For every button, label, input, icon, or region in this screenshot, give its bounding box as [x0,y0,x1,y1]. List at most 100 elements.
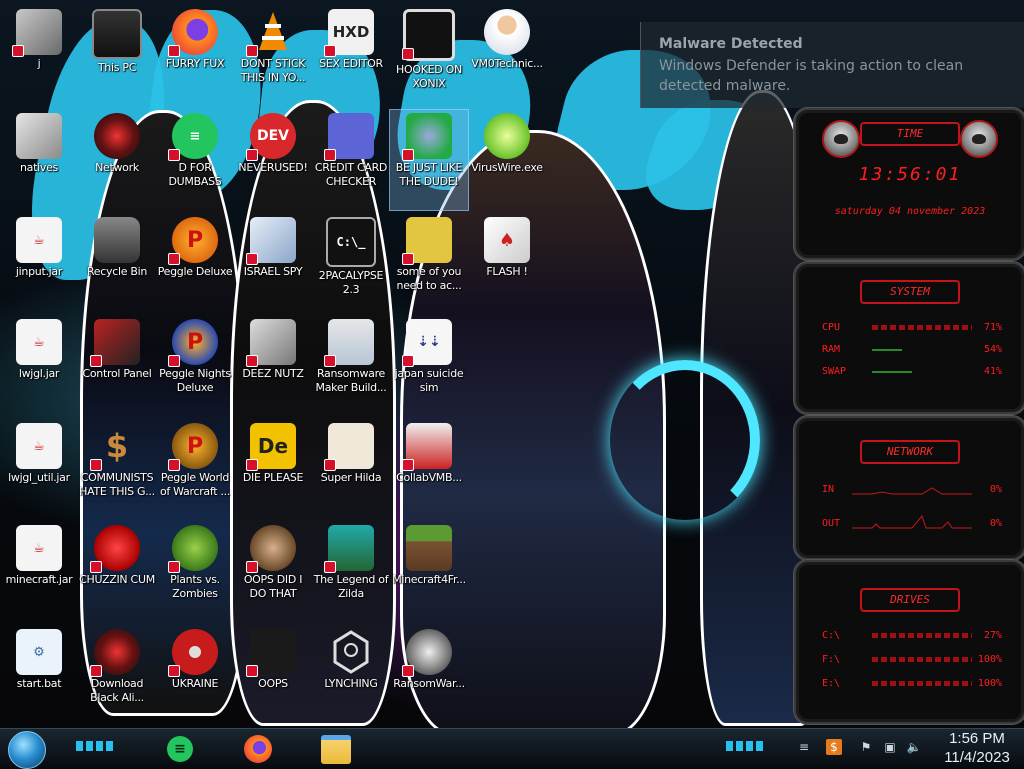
taskbar-file-explorer[interactable] [316,731,356,767]
network-in-graph [852,487,972,495]
desktop-icon-d-for-dumbass[interactable]: ≡ D FOR DUMBASS [156,110,234,210]
system-gadget-title: SYSTEM [860,280,960,304]
grass-block-icon [406,525,452,571]
desktop-icon-ransomwar[interactable]: RansomWar... [390,626,468,726]
desktop-icon-lwjgl-jar[interactable]: ☕ lwjgl.jar [0,316,78,416]
desktop-icon-peggle-nights[interactable]: P Peggle Nights Deluxe [156,316,234,416]
desktop-icon-legend-of-zilda[interactable]: The Legend of Zilda [312,522,390,622]
network-gadget[interactable]: NETWORK IN 0% OUT 0% [794,416,1024,560]
desktop-icon-vm0technic[interactable]: VM0Technic... [468,6,546,106]
desktop-icon-label: some of you need to ac... [396,265,462,292]
desktop-icon-dont-stick[interactable]: DONT STICK THIS IN YO... [234,6,312,106]
taskbar-time: 1:56 PM [949,730,1005,747]
desktop-icon-start-bat[interactable]: ⚙ start.bat [0,626,78,726]
desktop-icon-download-black-ali[interactable]: Download Black Ali... [78,626,156,726]
desktop-icon-label: Peggle Nights Deluxe [159,367,231,394]
desktop-icon-be-just-like-the-dude[interactable]: BE JUST LIKE THE DUDE! [389,109,469,211]
desktop-icon-peggle-wow[interactable]: P Peggle World of Warcraft ... [156,420,234,520]
plant-icon [168,525,218,573]
desktop-icon-viruswire[interactable]: VirusWire.exe [468,110,546,210]
firefox-icon [244,735,272,763]
file-explorer-icon [321,734,351,764]
desktop-icon-lwjgl-util-jar[interactable]: ☕ lwjgl_util.jar [0,420,78,520]
desktop-icon-credit-card-checker[interactable]: CREDIT CARD CHECKER [312,110,390,210]
desktop-icon-label: minecraft.jar [5,573,73,586]
desktop-icon-this-pc[interactable]: This PC [78,6,156,106]
document-icon: ⇣⇣ [402,319,452,367]
control-panel-icon [90,319,140,367]
tray-overflow-icon[interactable]: ≡ [796,739,812,755]
peggle-icon: P [168,423,218,471]
drive-c-bar [872,633,972,638]
flag-icon[interactable]: ⚑ [858,739,874,755]
desktop-icon-label: D FOR DUMBASS [168,161,222,188]
drives-gadget[interactable]: DRIVES C:\ 27% F:\ 100% E:\ 100% [794,560,1024,724]
desktop-icon-sex-editor[interactable]: HXD SEX EDITOR [312,6,390,106]
desktop-icon-label: 2PACALYPSE 2.3 [318,269,384,296]
network-tray-icon[interactable]: ▣ [882,739,898,755]
desktop-icon-plants-vs-zombies[interactable]: Plants vs. Zombies [156,522,234,622]
drive-f-bar [872,657,972,662]
desktop-icon-2pacalypse[interactable]: C:\_ 2PACALYPSE 2.3 [312,214,390,314]
desktop-icon-jinput-jar[interactable]: ☕ jinput.jar [0,214,78,314]
desktop-icon-some-of-you[interactable]: some of you need to ac... [390,214,468,314]
alienware-orb-icon [90,629,140,677]
desktop-icon-label: Recycle Bin [86,265,148,278]
tray-app-icon[interactable]: $ [826,739,842,755]
desktop-icon-label: The Legend of Zilda [313,573,389,600]
desktop-icon-neverused[interactable]: DEV NEVERUSED! [234,110,312,210]
desktop-icon-label: FURRY FUX [165,57,225,70]
desktop-icon-super-hilda[interactable]: Super Hilda [312,420,390,520]
desktop-icon-flash[interactable]: ♠ FLASH ! [468,214,546,314]
chat-app-icon: ≡ [167,736,193,762]
metric-value: 0% [989,484,1002,495]
volume-icon[interactable]: 🔈 [906,739,922,755]
desktop-icon-control-panel[interactable]: Control Panel [78,316,156,416]
drive-label: C:\ [822,630,841,641]
desktop-icon-hooked-on-xonix[interactable]: HOOKED ON XONIX [390,6,468,106]
desktop-icon-peggle-deluxe[interactable]: P Peggle Deluxe [156,214,234,314]
desktop-icon-label: lwjgl.jar [18,367,60,380]
desktop-icon-label: VM0Technic... [471,57,543,70]
system-gadget[interactable]: SYSTEM CPU 71% RAM 54% SWAP 41% [794,262,1024,414]
pixel-hero-icon [324,525,374,573]
desktop-icon-network[interactable]: Network [78,110,156,210]
desktop-icon-furry-fux[interactable]: FURRY FUX [156,6,234,106]
desktop-icon-israel-spy[interactable]: ISRAEL SPY [234,214,312,314]
desktop-icon-collabvmb[interactable]: CollabVMB... [390,420,468,520]
network-shield-icon [328,629,374,675]
desktop-icon-ransomware-maker[interactable]: Ransomware Maker Build... [312,316,390,416]
taskbar-firefox[interactable] [238,731,278,767]
desktop-icon-chuzzin-cum[interactable]: CHUZZIN CUM [78,522,156,622]
desktop-icon-recycle-bin[interactable]: Recycle Bin [78,214,156,314]
malware-notification[interactable]: Malware Detected Windows Defender is tak… [640,22,1024,108]
start-button[interactable] [8,731,46,769]
desktop-icon-japan-suicide-sim[interactable]: ⇣⇣ japan suicide sim [390,316,468,416]
desktop-icon-label: japan suicide sim [394,367,464,394]
desktop-icon-oops[interactable]: OOPS [234,626,312,726]
desktop-icon-deez-nutz[interactable]: DEEZ NUTZ [234,316,312,416]
desktop-icon-j[interactable]: j [0,6,78,106]
desktop-icon-natives[interactable]: natives [0,110,78,210]
desktop-icon-ukraine[interactable]: UKRAINE [156,626,234,726]
alien-head-icon [960,120,998,158]
taskbar-clock[interactable]: 1:56 PM 11/4/2023 [936,729,1018,767]
desktop-icon-communists[interactable]: $ COMMUNISTS HATE THIS G... [78,420,156,520]
desktop-icon-label: CHUZZIN CUM [79,573,155,586]
desktop-icon-label: NEVERUSED! [238,161,308,174]
desktop-icon-label: Peggle World of Warcraft ... [159,471,231,498]
desktop-icon-minecraft-jar[interactable]: ☕ minecraft.jar [0,522,78,622]
desktop-icon-minecraft4fr[interactable]: Minecraft4Fr... [390,522,468,622]
drives-gadget-title: DRIVES [860,588,960,612]
desktop-icon-lynching[interactable]: LYNCHING [312,626,390,726]
taskbar-decoration [726,741,764,751]
desktop-icon-oops-did-i[interactable]: OOPS DID I DO THAT [234,522,312,622]
peggle-icon: P [168,319,218,367]
desktop-icon-label: Control Panel [82,367,152,380]
taskbar-chat-app[interactable]: ≡ [160,731,200,767]
time-gadget[interactable]: TIME 13:56:01 saturday 04 november 2023 [794,108,1024,260]
desktop-icon-die-please[interactable]: De DIE PLEASE [234,420,312,520]
chuzzle-icon [90,525,140,573]
desktop-icon-label: OOPS DID I DO THAT [243,573,303,600]
desktop-icon-label: Ransomware Maker Build... [315,367,387,394]
